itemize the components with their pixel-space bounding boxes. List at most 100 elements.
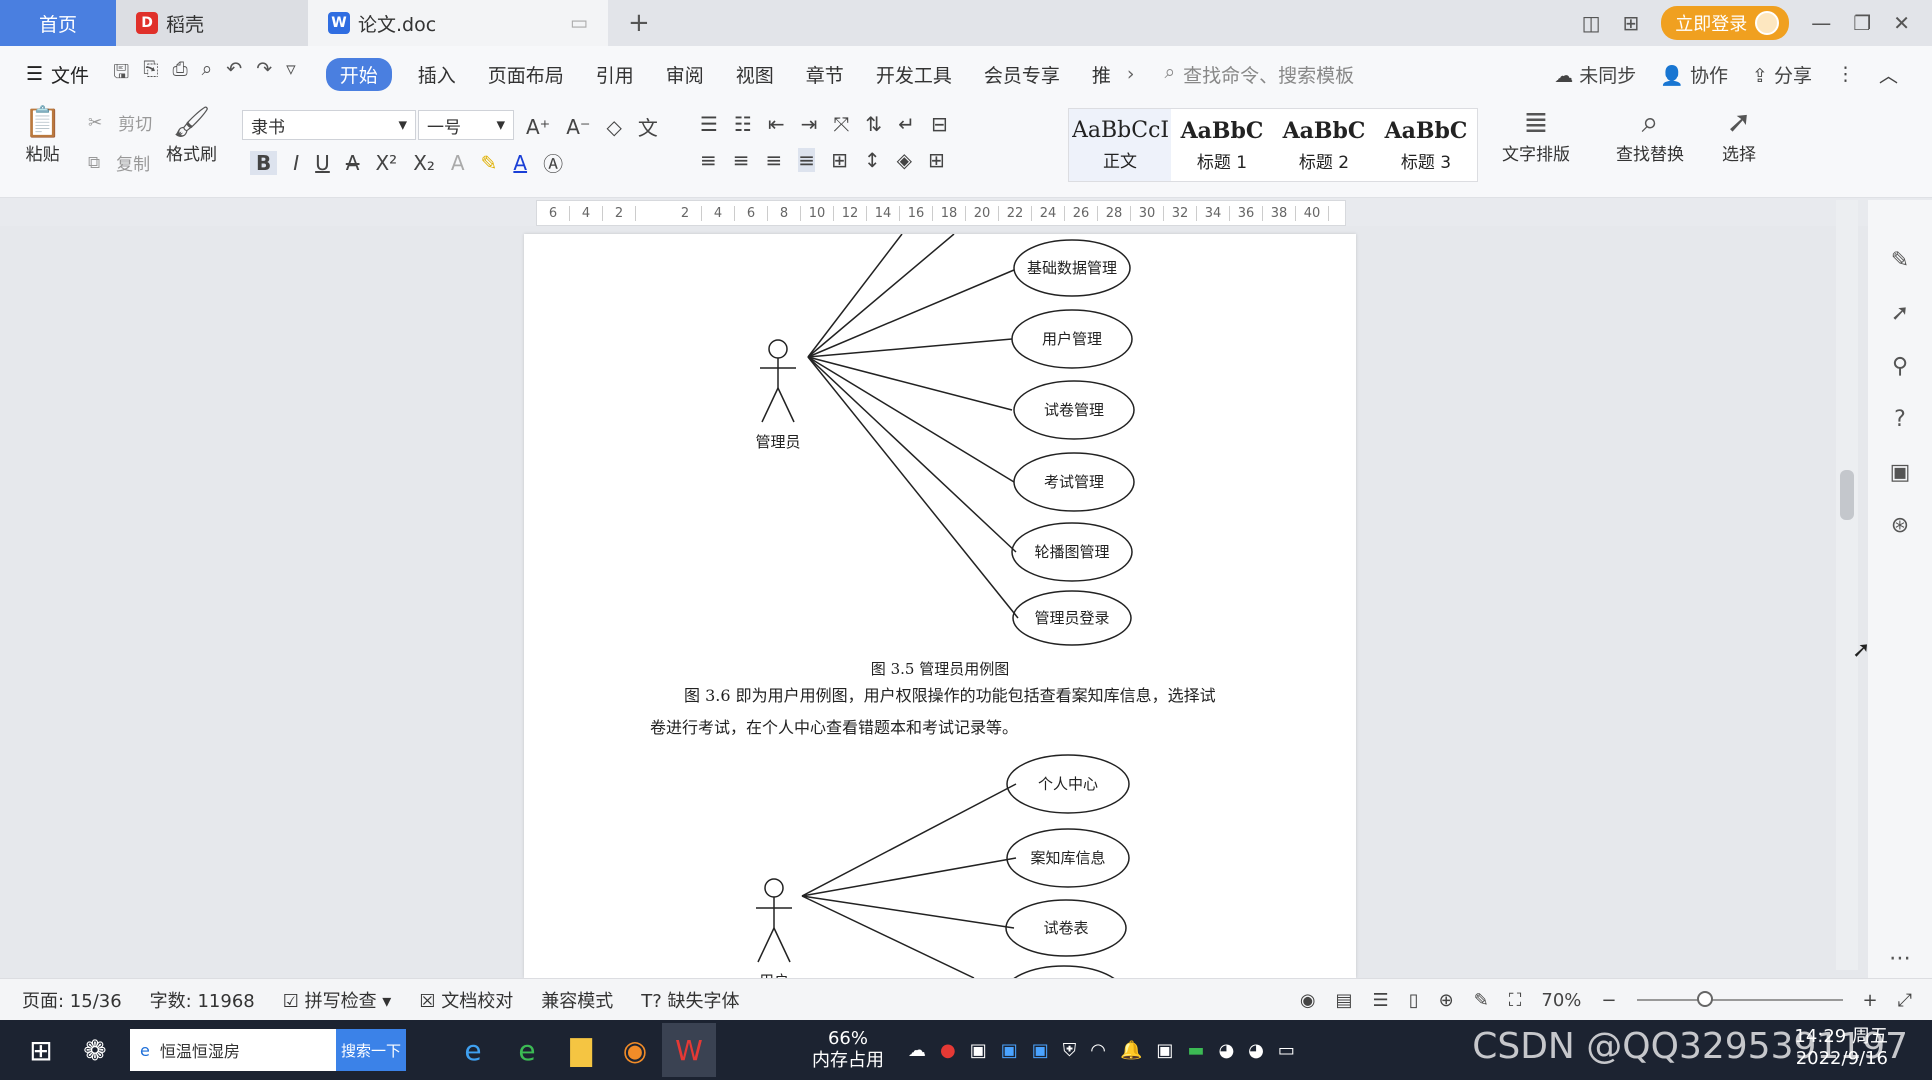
format-painter-button[interactable]: 🖌 格式刷	[166, 106, 217, 166]
layout-icon[interactable]: ◫	[1582, 11, 1601, 35]
shading-icon[interactable]: ◈	[897, 148, 912, 172]
font-color-icon[interactable]: A	[513, 151, 527, 175]
memory-usage[interactable]: 66% 内存占用	[812, 1028, 884, 1072]
copy-button[interactable]: ⧉ 复制	[88, 150, 150, 176]
sync-button[interactable]: ☁ 未同步	[1554, 61, 1636, 88]
bold-icon[interactable]: B	[250, 150, 278, 175]
app-launcher-icon[interactable]: ❁	[68, 1023, 122, 1077]
tray-app-icon[interactable]: ▣	[1001, 1040, 1018, 1061]
menu-references[interactable]: 引用	[580, 61, 650, 88]
subscript-icon[interactable]: X₂	[413, 151, 435, 175]
pen-icon[interactable]: ✎	[1891, 248, 1909, 273]
style-normal[interactable]: AaBbCcI 正文	[1069, 109, 1171, 181]
cursor-icon[interactable]: ➚	[1891, 301, 1909, 326]
notification-icon[interactable]: 🔔	[1120, 1040, 1142, 1061]
customize-icon[interactable]: ▿	[286, 58, 296, 90]
media-player-icon[interactable]: ◉	[608, 1023, 662, 1077]
hamburger-icon[interactable]: ☰	[26, 63, 43, 85]
web-view-icon[interactable]: ⊕	[1439, 990, 1454, 1011]
distribute-icon[interactable]: ⊞	[831, 148, 848, 172]
login-button[interactable]: 立即登录	[1661, 6, 1790, 40]
restore-icon[interactable]: ❐	[1853, 11, 1871, 35]
missing-font-button[interactable]: T? 缺失字体	[641, 987, 739, 1013]
ie-browser-icon[interactable]: e	[446, 1023, 500, 1077]
font-name-select[interactable]: 隶书 ▾	[242, 110, 416, 140]
show-marks-icon[interactable]: ↵	[898, 112, 915, 136]
print-icon[interactable]: ⎙	[172, 58, 187, 90]
fit-page-icon[interactable]: ⛶	[1509, 990, 1522, 1011]
tab-document[interactable]: W 论文.doc ▭	[308, 0, 608, 46]
qq-icon[interactable]: ◕	[1248, 1040, 1264, 1061]
bullet-list-icon[interactable]: ☰	[700, 112, 718, 136]
zoom-level[interactable]: 70%	[1541, 990, 1581, 1011]
tab-stops-icon[interactable]: ⊟	[931, 112, 948, 136]
word-count[interactable]: 字数: 11968	[150, 987, 255, 1013]
wps-taskbar-icon[interactable]: W	[662, 1023, 716, 1077]
menu-member[interactable]: 会员专享	[968, 61, 1076, 88]
windows-start-icon[interactable]: ⊞	[14, 1023, 68, 1077]
menu-developer[interactable]: 开发工具	[860, 61, 968, 88]
battery-icon[interactable]: ▭	[1278, 1040, 1295, 1061]
collab-button[interactable]: 👤 协作	[1660, 61, 1728, 88]
share-button[interactable]: ⇪ 分享	[1752, 61, 1812, 88]
spell-check-button[interactable]: ☑ 拼写检查 ▾	[283, 987, 392, 1013]
chinese-layout-icon[interactable]: ⤧	[833, 112, 849, 136]
zoom-slider-knob[interactable]	[1696, 991, 1713, 1007]
adjust-icon[interactable]: ⚲	[1892, 354, 1908, 379]
outline-view-icon[interactable]: ☰	[1373, 990, 1389, 1011]
find-replace-button[interactable]: ⌕ 查找替换	[1616, 106, 1684, 166]
paste-button[interactable]: 📋 粘贴	[24, 106, 61, 166]
shrink-font-icon[interactable]: A⁻	[566, 115, 590, 139]
close-icon[interactable]: ✕	[1893, 11, 1910, 35]
align-right-icon[interactable]: ≡	[766, 148, 783, 172]
tray-app-icon[interactable]: ▣	[1032, 1040, 1049, 1061]
weather-icon[interactable]: ☁	[908, 1040, 926, 1061]
document-page[interactable]: 管理员 基础数据管理 用户管理 试卷管理 考试管理 轮播图管理 管理员登录 个人…	[524, 234, 1356, 978]
highlight-icon[interactable]: ✎	[481, 151, 498, 175]
menu-page-layout[interactable]: 页面布局	[472, 61, 580, 88]
strikethrough-icon[interactable]: A	[346, 151, 360, 175]
menu-start[interactable]: 开始	[325, 57, 392, 91]
page-indicator[interactable]: 页面: 15/36	[22, 987, 122, 1013]
line-spacing-icon[interactable]: ↕	[864, 148, 881, 172]
italic-icon[interactable]: I	[293, 151, 299, 175]
menu-view[interactable]: 视图	[720, 61, 790, 88]
fullscreen-icon[interactable]: ⤢	[1898, 990, 1912, 1011]
sort-icon[interactable]: ⇅	[865, 112, 882, 136]
char-border-icon[interactable]: Ⓐ	[543, 148, 563, 177]
help-icon[interactable]: ?	[1894, 407, 1906, 432]
reading-view-icon[interactable]: ▯	[1409, 990, 1419, 1011]
underline-icon[interactable]: U	[315, 151, 330, 175]
grow-font-icon[interactable]: A⁺	[526, 115, 550, 139]
more-options-icon[interactable]: ⋯	[1889, 946, 1911, 971]
text-layout-button[interactable]: ≣ 文字排版	[1502, 106, 1570, 166]
taskbar-search-button[interactable]: 搜索一下	[336, 1029, 406, 1071]
style-heading-2[interactable]: AaBbC 标题 2	[1273, 109, 1375, 181]
justify-icon[interactable]: ≡	[798, 148, 816, 172]
qq-icon[interactable]: ◕	[1218, 1040, 1234, 1061]
tab-home[interactable]: 首页	[0, 0, 116, 46]
clear-format-icon[interactable]: ◇	[607, 115, 622, 139]
shield-icon[interactable]: ⛨	[1063, 1040, 1077, 1061]
taskbar-search-input[interactable]: e 恒温恒湿房	[130, 1029, 336, 1071]
menu-file[interactable]: 文件	[51, 61, 89, 88]
menu-review[interactable]: 审阅	[650, 61, 720, 88]
page-view-icon[interactable]: ▤	[1336, 990, 1353, 1011]
tray-app-icon[interactable]: ▣	[970, 1040, 987, 1061]
grid-icon[interactable]: ⊞	[1623, 11, 1640, 35]
zoom-slider[interactable]	[1636, 991, 1843, 1007]
share-panel-icon[interactable]: ⊛	[1891, 513, 1909, 538]
proofread-button[interactable]: ☒ 文档校对	[419, 987, 513, 1013]
style-heading-3[interactable]: AaBbC 标题 3	[1375, 109, 1477, 181]
minimize-icon[interactable]: —	[1811, 11, 1831, 35]
tray-app-icon[interactable]: ●	[940, 1040, 956, 1061]
menu-chapter[interactable]: 章节	[790, 61, 860, 88]
menu-recommend[interactable]: 推	[1076, 61, 1127, 88]
numbered-list-icon[interactable]: ☷	[734, 112, 752, 136]
phonetic-icon[interactable]: 文	[638, 112, 658, 141]
write-view-icon[interactable]: ✎	[1474, 990, 1489, 1011]
vertical-scrollbar[interactable]	[1836, 200, 1858, 970]
eye-icon[interactable]: ◉	[1300, 990, 1316, 1011]
screen-icon[interactable]: ▭	[570, 12, 588, 34]
chevron-right-icon[interactable]: ›	[1127, 63, 1135, 85]
